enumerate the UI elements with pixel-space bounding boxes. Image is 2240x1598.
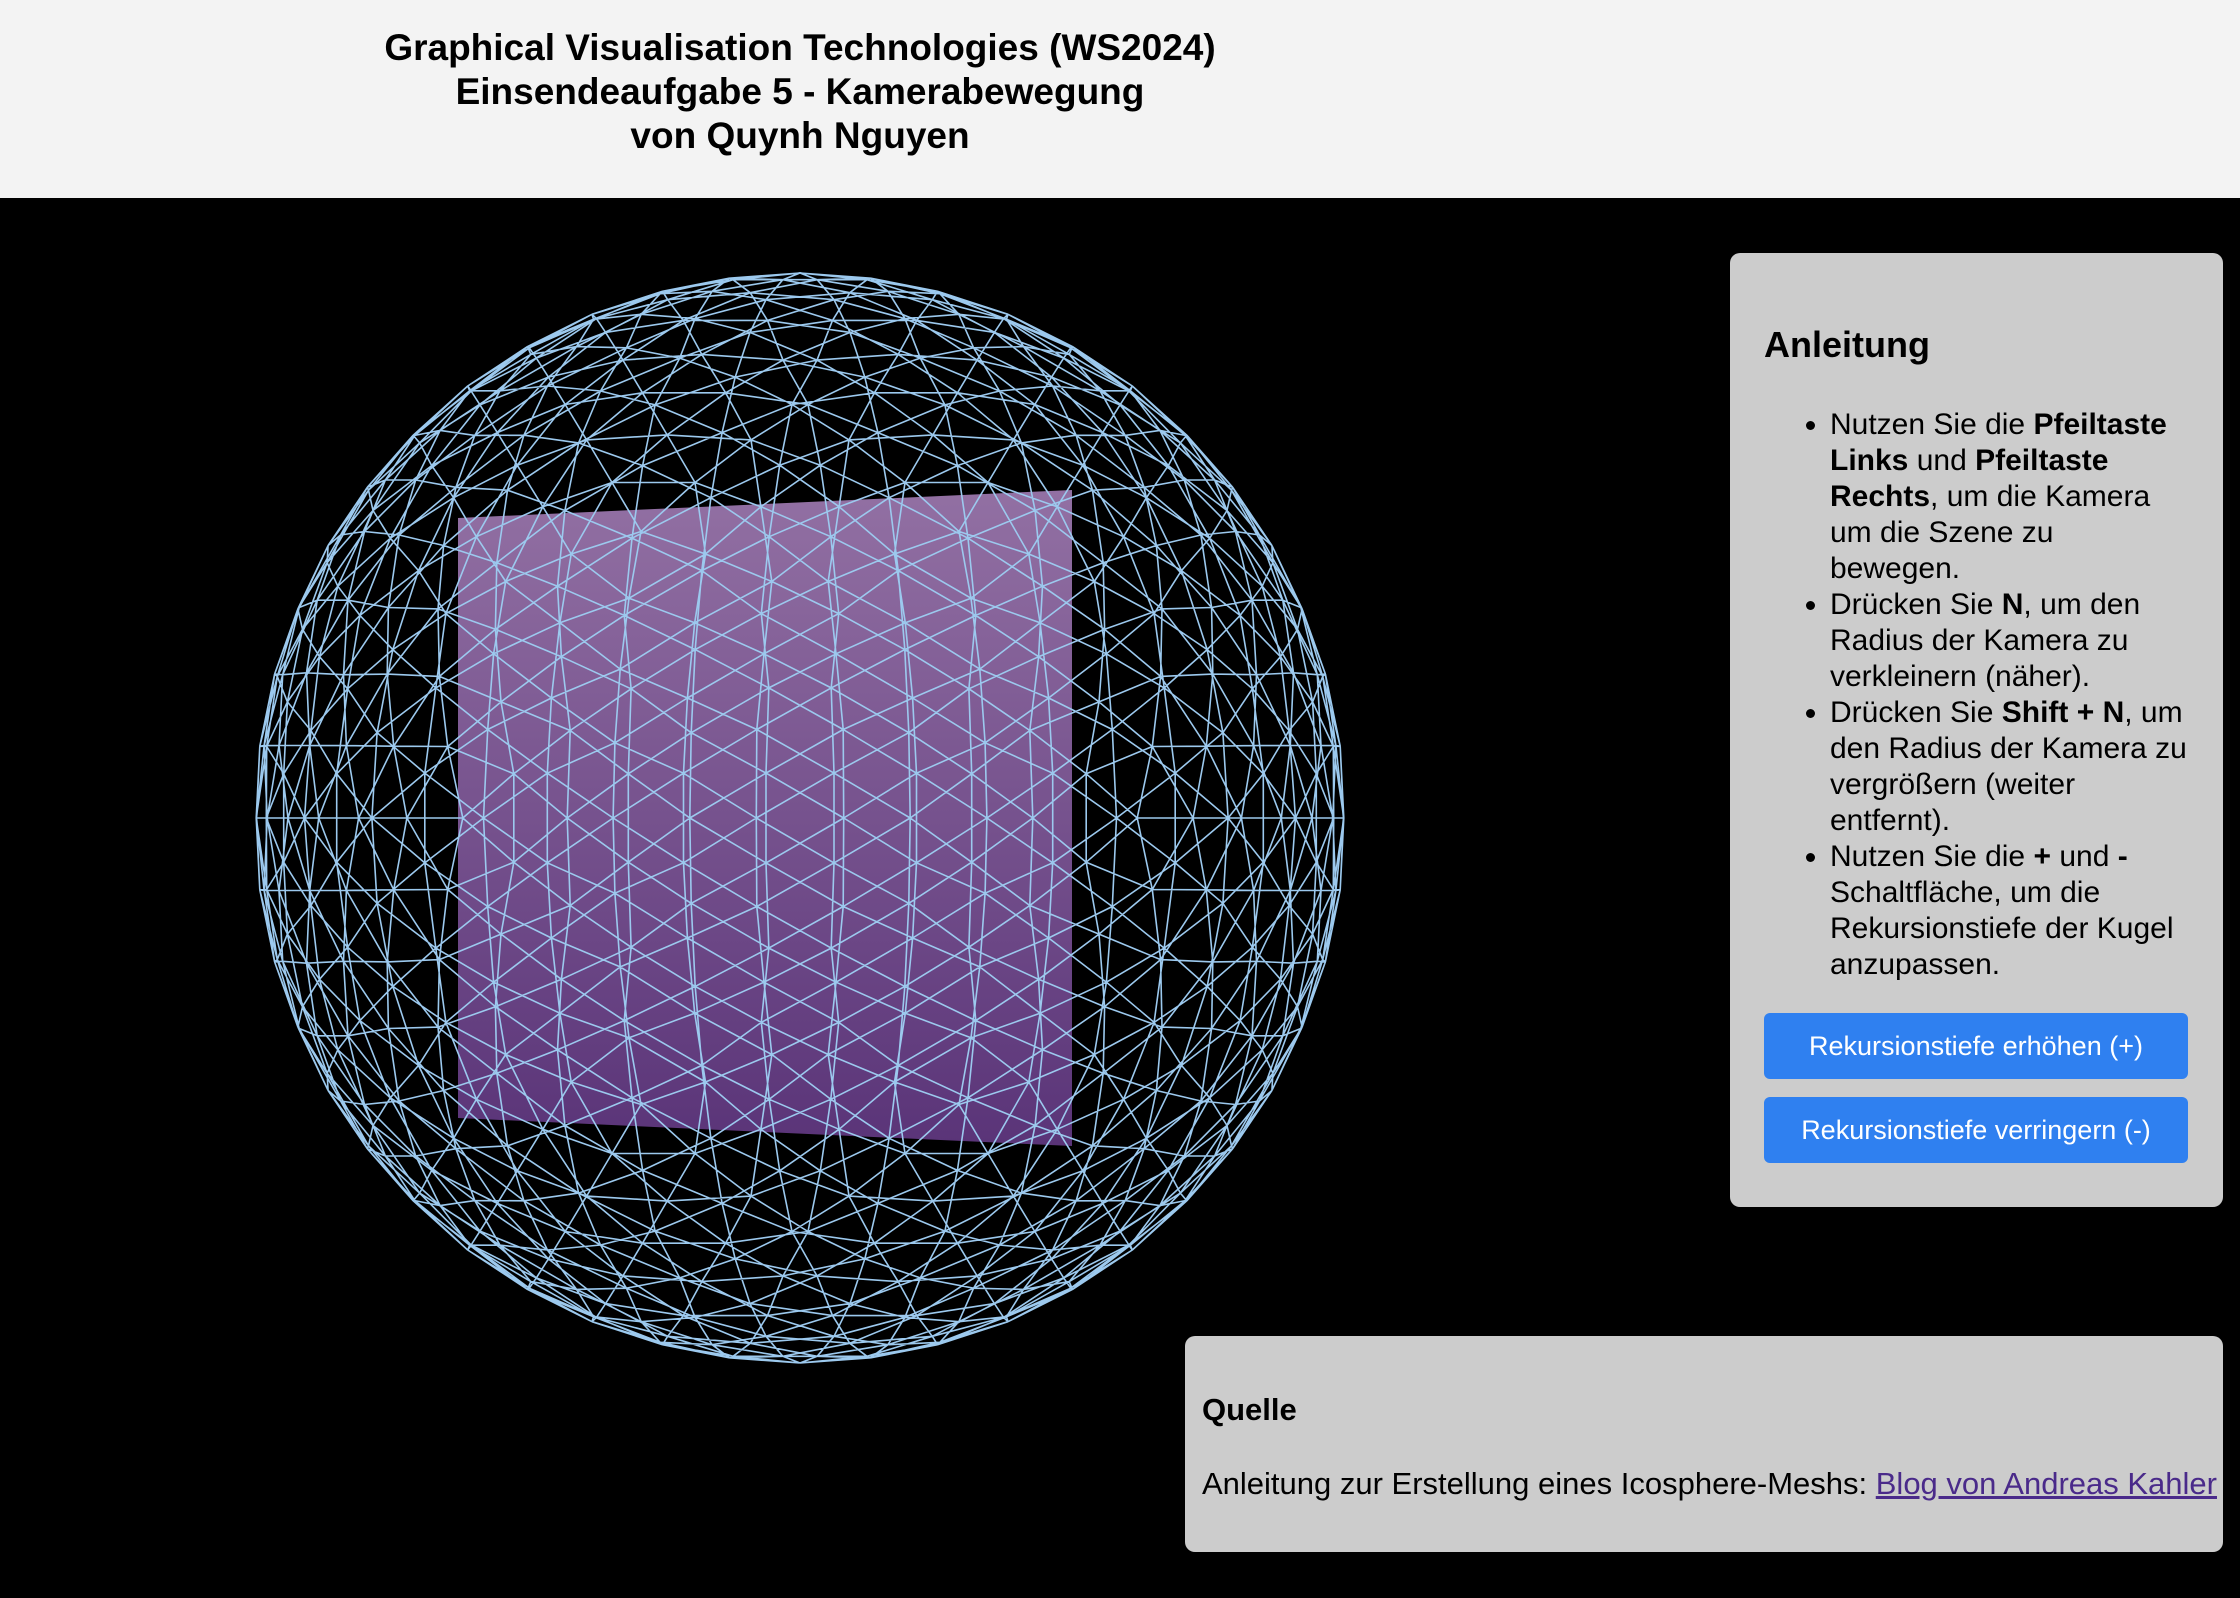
instructions-heading: Anleitung	[1764, 324, 1930, 365]
instruction-text: Schaltfläche, um die Rekursionstiefe der…	[1830, 876, 2174, 981]
instruction-text: und	[1908, 444, 1976, 477]
instruction-arrow-keys: Nutzen Sie die Pfeiltaste Links und Pfei…	[1830, 407, 2189, 587]
page-title: Graphical Visualisation Technologies (WS…	[0, 26, 1600, 158]
page-header: Graphical Visualisation Technologies (WS…	[0, 0, 2240, 198]
instruction-zoom-in: Drücken Sie N, um den Radius der Kamera …	[1830, 587, 2189, 695]
instruction-text: Drücken Sie	[1830, 696, 2002, 729]
instruction-zoom-out: Drücken Sie Shift + N, um den Radius der…	[1830, 695, 2189, 839]
key-shift-n: Shift + N	[2001, 696, 2125, 729]
increase-recursion-button[interactable]: Rekursionstiefe erhöhen (+)	[1764, 1013, 2188, 1079]
instructions-list: Nutzen Sie die Pfeiltaste Links und Pfei…	[1764, 407, 2189, 983]
title-line-author: von Quynh Nguyen	[630, 115, 970, 156]
instruction-text: Nutzen Sie die	[1830, 408, 2034, 441]
source-heading: Quelle	[1202, 1392, 1297, 1427]
title-line-assignment: Einsendeaufgabe 5 - Kamerabewegung	[455, 71, 1145, 112]
instruction-text: und	[2050, 840, 2118, 873]
source-link[interactable]: Blog von Andreas Kahler	[1876, 1466, 2217, 1501]
source-description: Anleitung zur Erstellung eines Icosphere…	[1202, 1466, 1876, 1501]
instruction-recursion: Nutzen Sie die + und - Schaltfläche, um …	[1830, 839, 2189, 983]
key-minus: -	[2117, 840, 2128, 873]
source-text: Anleitung zur Erstellung eines Icosphere…	[1202, 1464, 2217, 1504]
key-n: N	[2001, 588, 2024, 621]
decrease-recursion-button[interactable]: Rekursionstiefe verringern (-)	[1764, 1097, 2188, 1163]
purple-plane	[458, 490, 1072, 1146]
instruction-text: Drücken Sie	[1830, 588, 2002, 621]
key-plus: +	[2033, 840, 2051, 873]
instruction-text: Nutzen Sie die	[1830, 840, 2034, 873]
source-panel: Quelle Anleitung zur Erstellung eines Ic…	[1185, 1336, 2223, 1552]
title-line-course: Graphical Visualisation Technologies (WS…	[384, 27, 1216, 68]
instructions-panel: Anleitung Nutzen Sie die Pfeiltaste Link…	[1730, 253, 2223, 1207]
